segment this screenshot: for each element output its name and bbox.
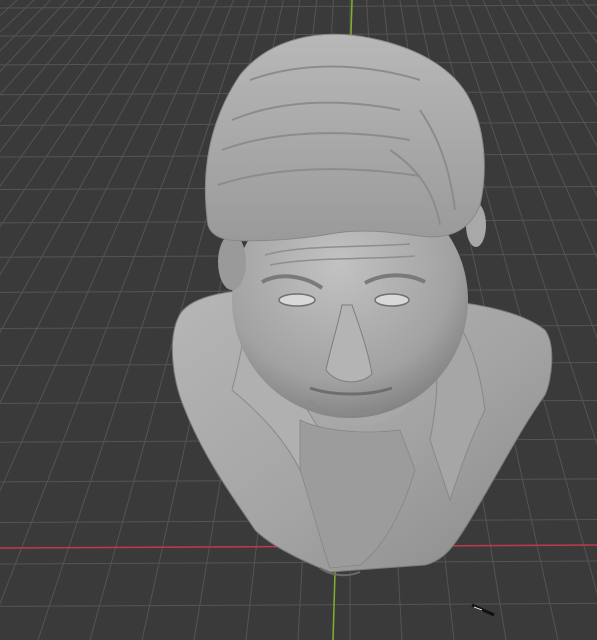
grid-line <box>532 0 597 107</box>
grid-line <box>0 0 101 122</box>
grid-line <box>0 0 68 73</box>
right-eye <box>374 293 410 307</box>
grid-line <box>0 32 597 37</box>
left-eye <box>278 293 316 307</box>
grid-line <box>0 560 597 565</box>
hair <box>204 33 485 242</box>
grid-line <box>0 0 168 276</box>
viewport-scene[interactable] <box>0 0 597 640</box>
3d-viewport[interactable] <box>0 0 597 640</box>
grid-line <box>565 0 597 44</box>
bust-model[interactable] <box>171 33 553 577</box>
grid-line <box>0 0 18 17</box>
grid-line <box>0 0 1 2</box>
grid-line <box>0 0 185 334</box>
grid-line <box>0 0 201 404</box>
3d-cursor-icon[interactable] <box>471 603 495 617</box>
grid-line <box>0 0 85 96</box>
grid-line <box>0 0 135 187</box>
grid-line <box>0 602 597 607</box>
grid-line <box>0 0 118 153</box>
left-ear <box>218 234 246 290</box>
grid-line <box>0 0 35 33</box>
